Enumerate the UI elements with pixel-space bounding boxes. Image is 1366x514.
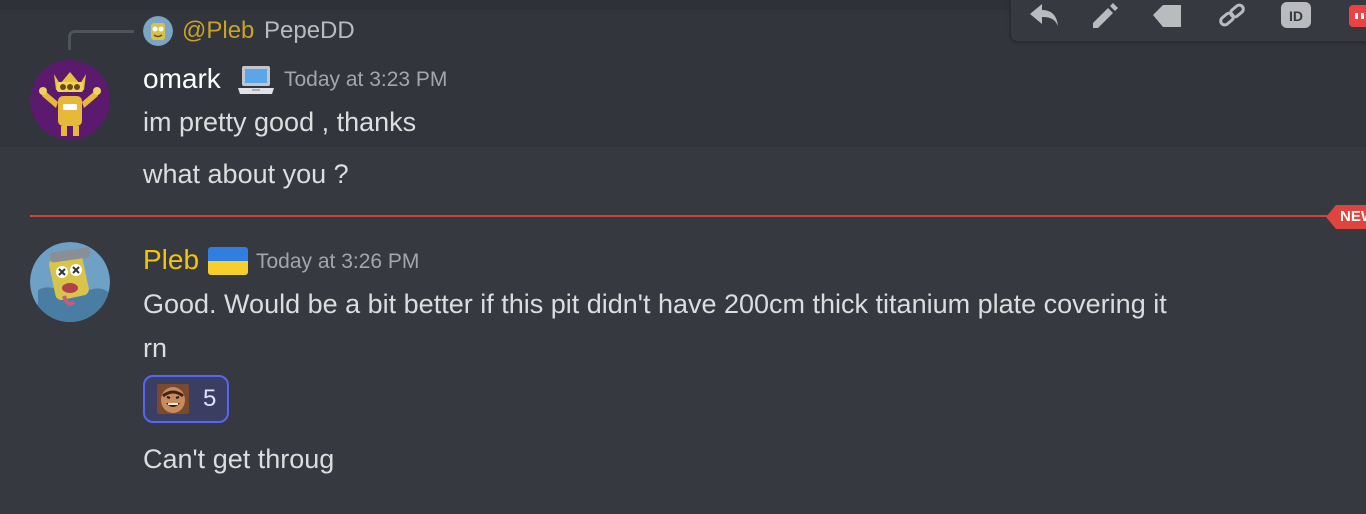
message-text: Can't get throug [143, 444, 335, 474]
reply-spine [68, 30, 134, 50]
copy-link-icon[interactable] [1215, 1, 1249, 29]
new-messages-badge: NEW [1326, 205, 1366, 229]
ukraine-flag-icon [207, 246, 249, 280]
copy-id-icon[interactable]: ID [1279, 1, 1313, 29]
reply-author[interactable]: @Pleb [182, 15, 254, 47]
message-text: im pretty good , thanks [143, 107, 417, 137]
message-text: rn [143, 333, 168, 363]
message-text: what about you ? [143, 159, 349, 189]
edit-icon[interactable] [1087, 1, 1121, 29]
timestamp[interactable]: Today at 3:26 PM [256, 248, 419, 276]
more-icon[interactable] [1343, 1, 1366, 29]
username-pleb[interactable]: Pleb [143, 242, 199, 278]
pleb-avatar[interactable] [30, 242, 110, 322]
reply-preview[interactable]: PepeDD [264, 15, 355, 47]
message-text: Good. Would be a bit better if this pit … [143, 289, 1167, 319]
reaction-count: 5 [203, 385, 217, 412]
message-actions-toolbar: ID [1010, 0, 1366, 42]
username-omark[interactable]: omark [143, 61, 221, 97]
timestamp[interactable]: Today at 3:23 PM [284, 66, 447, 94]
reply-icon[interactable] [1027, 1, 1061, 29]
reply-avatar[interactable] [143, 16, 173, 46]
new-messages-divider [30, 215, 1336, 217]
svg-text:ID: ID [1289, 8, 1303, 24]
laptop-icon [236, 64, 276, 102]
tag-icon[interactable] [1149, 1, 1183, 29]
chat-view: ID @Pleb PepeDD omark Today at 3:23 PM i… [0, 0, 1366, 514]
reaction-button[interactable]: 5 [143, 375, 229, 423]
omark-avatar[interactable] [30, 60, 110, 140]
laughing-face-emoji [157, 384, 189, 414]
